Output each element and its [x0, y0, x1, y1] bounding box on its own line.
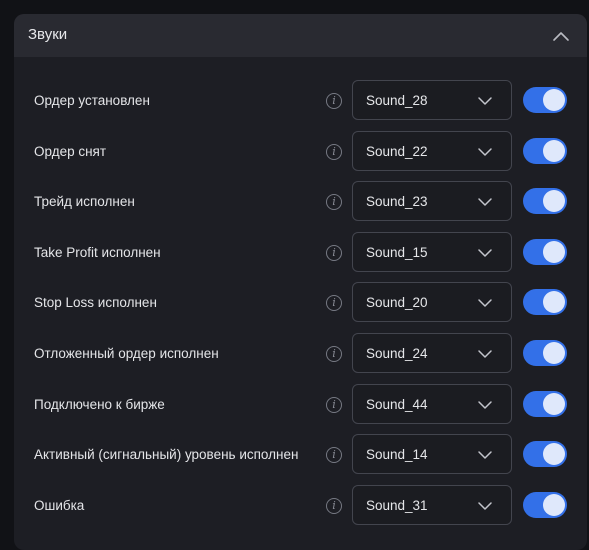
sound-setting-row: Трейд исполнен i Sound_23 [14, 181, 587, 232]
sound-enabled-toggle[interactable] [523, 188, 567, 215]
info-icon[interactable]: i [326, 295, 342, 312]
sound-setting-row: Ордер снят i Sound_22 [14, 130, 587, 182]
info-icon[interactable]: i [326, 93, 342, 109]
sound-enabled-toggle[interactable] [523, 137, 567, 164]
sound-enabled-toggle[interactable] [523, 390, 567, 417]
sound-enabled-toggle[interactable] [523, 491, 567, 518]
sound-select[interactable]: Sound_14 [352, 434, 512, 475]
sound-setting-row: Подключено к бирже i Sound_44 [14, 383, 587, 435]
toggle-knob [543, 240, 565, 263]
toggle-knob [543, 190, 565, 213]
chevron-down-icon [477, 397, 493, 413]
toggle-knob [543, 392, 565, 415]
info-icon[interactable]: i [326, 396, 342, 413]
event-label: Активный (сигнальный) уровень исполнен [34, 447, 299, 463]
chevron-down-icon [477, 144, 493, 160]
sound-enabled-toggle[interactable] [523, 238, 567, 265]
sound-select-value: Sound_31 [366, 497, 428, 513]
sounds-settings-panel: Звуки Ордер установлен i Sound_28 Ордер … [14, 14, 587, 550]
event-label: Трейд исполнен [34, 194, 135, 210]
sound-enabled-toggle[interactable] [523, 441, 567, 468]
event-label: Stop Loss исполнен [34, 295, 157, 311]
info-icon[interactable]: i [326, 345, 342, 362]
toggle-knob [543, 89, 565, 111]
sound-select[interactable]: Sound_23 [352, 181, 512, 222]
sound-select[interactable]: Sound_22 [352, 130, 512, 171]
toggle-knob [543, 493, 565, 516]
section-header[interactable]: Звуки [14, 14, 587, 57]
sound-setting-row: Ошибка i Sound_31 [14, 484, 587, 536]
sound-select-value: Sound_22 [366, 143, 428, 159]
sound-select[interactable]: Sound_24 [352, 332, 512, 373]
sound-select-value: Sound_28 [366, 93, 428, 108]
info-icon[interactable]: i [326, 447, 342, 464]
sound-select[interactable]: Sound_28 [352, 80, 512, 120]
chevron-down-icon [477, 93, 493, 109]
sound-setting-row: Ордер установлен i Sound_28 [14, 80, 587, 131]
chevron-down-icon [477, 498, 493, 514]
sound-setting-row: Отложенный ордер исполнен i Sound_24 [14, 332, 587, 384]
sound-settings-list: Ордер установлен i Sound_28 Ордер снят i… [14, 80, 587, 535]
event-label: Ошибка [34, 497, 85, 513]
event-label: Take Profit исполнен [34, 244, 161, 260]
chevron-up-icon[interactable] [550, 26, 572, 46]
sound-select-value: Sound_14 [366, 447, 428, 463]
sound-select[interactable]: Sound_15 [352, 231, 512, 272]
chevron-down-icon [477, 346, 493, 362]
toggle-knob [543, 139, 565, 162]
sound-select-value: Sound_20 [366, 295, 428, 311]
toggle-knob [543, 341, 565, 364]
chevron-down-icon [477, 245, 493, 261]
toggle-knob [543, 443, 565, 466]
sound-select-value: Sound_23 [366, 194, 428, 210]
event-label: Ордер установлен [34, 93, 150, 108]
sound-select[interactable]: Sound_44 [352, 383, 512, 424]
toggle-knob [543, 291, 565, 314]
event-label: Отложенный ордер исполнен [34, 345, 219, 361]
sound-select-value: Sound_44 [366, 396, 428, 412]
sound-setting-row: Stop Loss исполнен i Sound_20 [14, 282, 587, 333]
event-label: Подключено к бирже [34, 396, 165, 412]
section-title: Звуки [28, 26, 68, 43]
sound-select[interactable]: Sound_20 [352, 282, 512, 323]
sound-enabled-toggle[interactable] [523, 339, 567, 366]
chevron-down-icon [477, 295, 493, 311]
chevron-down-icon [477, 447, 493, 463]
event-label: Ордер снят [34, 143, 107, 159]
info-icon[interactable]: i [326, 143, 342, 160]
sound-enabled-toggle[interactable] [523, 87, 567, 113]
sound-setting-row: Активный (сигнальный) уровень исполнен i… [14, 434, 587, 485]
sound-select-value: Sound_24 [366, 345, 428, 361]
info-icon[interactable]: i [326, 194, 342, 211]
sound-enabled-toggle[interactable] [523, 289, 567, 316]
info-icon[interactable]: i [326, 244, 342, 261]
chevron-down-icon [477, 194, 493, 210]
sound-setting-row: Take Profit исполнен i Sound_15 [14, 231, 587, 283]
sound-select-value: Sound_15 [366, 244, 428, 260]
info-icon[interactable]: i [326, 497, 342, 514]
sound-select[interactable]: Sound_31 [352, 484, 512, 525]
